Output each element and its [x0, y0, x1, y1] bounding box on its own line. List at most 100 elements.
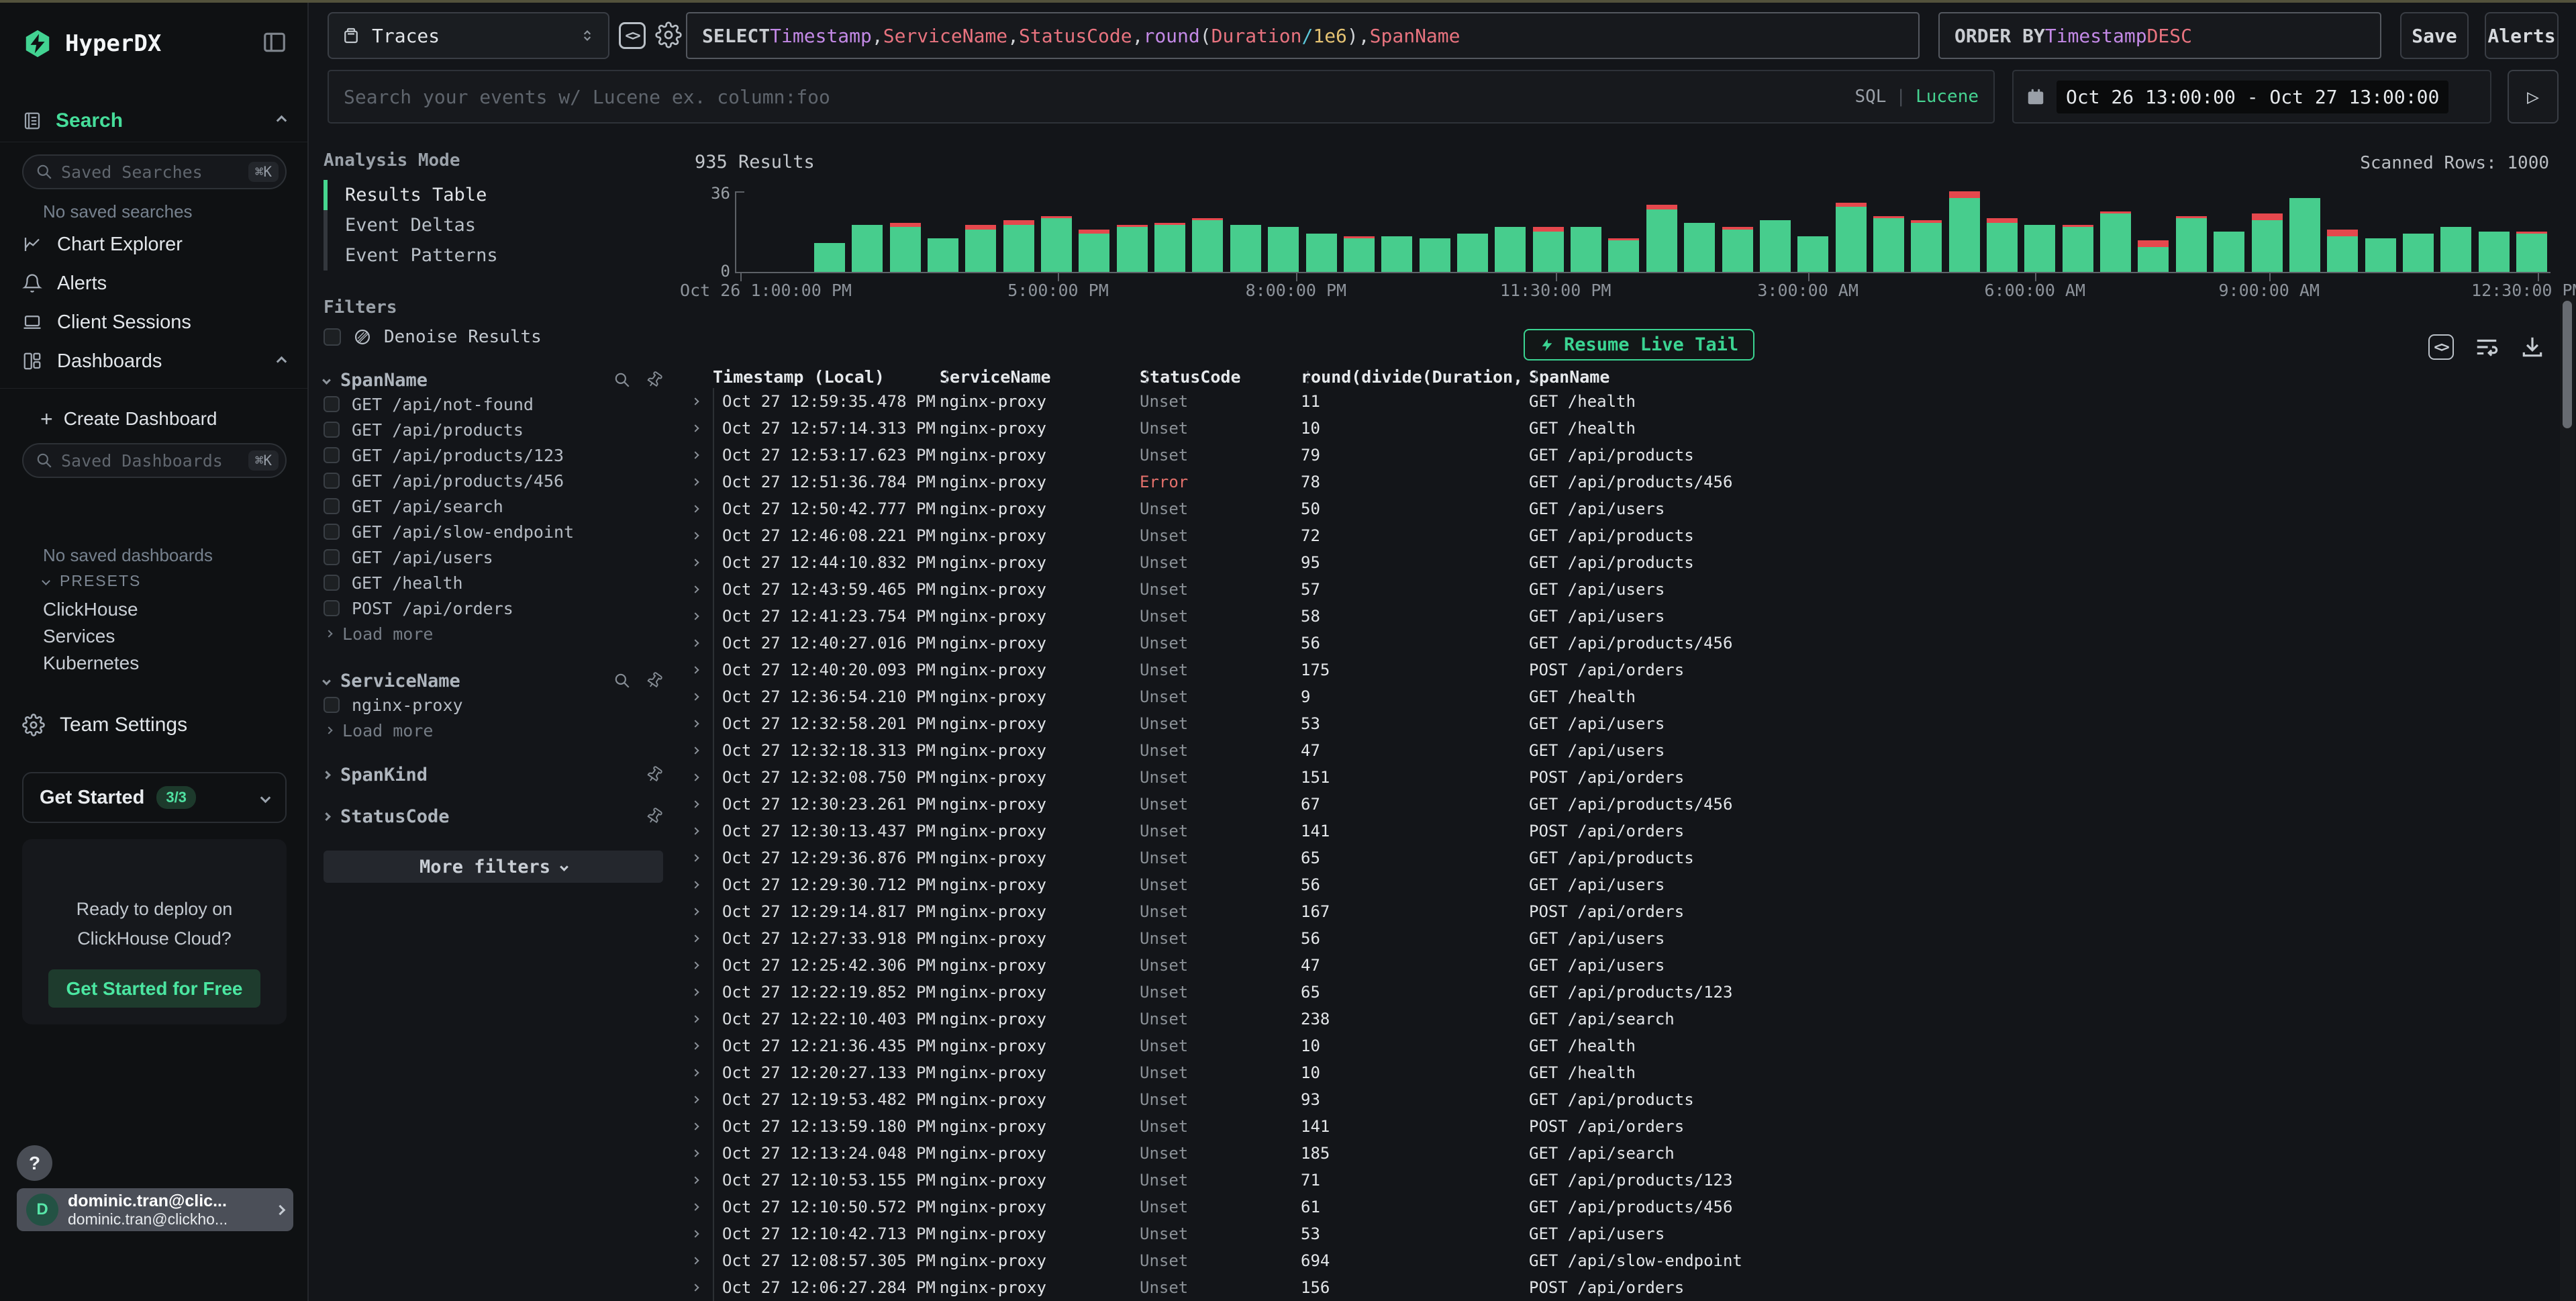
filter-checkbox[interactable] — [324, 396, 340, 412]
row-expander-icon[interactable] — [678, 1140, 713, 1167]
row-expander-icon[interactable] — [678, 710, 713, 737]
table-row[interactable]: Oct 27 12:57:14.313 PMnginx-proxyUnset10… — [678, 415, 2557, 442]
row-expander-icon[interactable] — [678, 818, 713, 845]
collapse-sidebar-icon[interactable] — [262, 30, 287, 55]
filter-checkbox[interactable] — [324, 473, 340, 489]
sidebar-item-alerts[interactable]: Alerts — [22, 267, 285, 299]
table-row[interactable]: Oct 27 12:21:36.435 PMnginx-proxyUnset10… — [678, 1032, 2557, 1059]
get-started-accordion[interactable]: Get Started 3/3 — [22, 772, 287, 823]
scrollbar-thumb[interactable] — [2563, 301, 2572, 428]
column-drag-handle[interactable]: ⋮⋮ — [1529, 366, 1541, 389]
row-expander-icon[interactable] — [678, 469, 713, 495]
code-brackets-icon[interactable]: <> — [619, 22, 646, 49]
filter-group-servicename-header[interactable]: ServiceName — [324, 669, 663, 692]
saved-dashboards-input[interactable]: ⌘K — [22, 443, 287, 478]
filter-item[interactable]: GET /api/products — [324, 417, 663, 442]
sidebar-item-dashboards[interactable]: Dashboards — [22, 345, 285, 377]
filter-item[interactable]: GET /api/users — [324, 544, 663, 570]
table-row[interactable]: Oct 27 12:41:23.754 PMnginx-proxyUnset58… — [678, 603, 2557, 630]
sidebar-item-team-settings[interactable]: Team Settings — [22, 709, 187, 741]
row-expander-icon[interactable] — [678, 1086, 713, 1113]
filter-checkbox[interactable] — [324, 575, 340, 591]
table-row[interactable]: Oct 27 12:22:10.403 PMnginx-proxyUnset23… — [678, 1006, 2557, 1032]
row-expander-icon[interactable] — [678, 1247, 713, 1274]
preset-services[interactable]: Services — [43, 626, 115, 647]
tab-results-table[interactable]: Results Table — [324, 180, 663, 210]
table-row[interactable]: Oct 27 12:22:19.852 PMnginx-proxyUnset65… — [678, 979, 2557, 1006]
pin-icon[interactable] — [642, 368, 666, 392]
table-row[interactable]: Oct 27 12:30:23.261 PMnginx-proxyUnset67… — [678, 791, 2557, 818]
filter-checkbox[interactable] — [324, 697, 340, 713]
row-expander-icon[interactable] — [678, 737, 713, 764]
row-expander-icon[interactable] — [678, 898, 713, 925]
get-started-free-button[interactable]: Get Started for Free — [48, 969, 260, 1008]
table-row[interactable]: Oct 27 12:36:54.210 PMnginx-proxyUnset9G… — [678, 683, 2557, 710]
table-row[interactable]: Oct 27 12:29:30.712 PMnginx-proxyUnset56… — [678, 871, 2557, 898]
tab-event-deltas[interactable]: Event Deltas — [324, 210, 663, 240]
filter-checkbox[interactable] — [324, 498, 340, 514]
user-menu[interactable]: D dominic.tran@clic... dominic.tran@clic… — [17, 1188, 293, 1231]
col-servicename[interactable]: ⋮⋮ServiceName — [940, 366, 1140, 389]
search-icon[interactable] — [613, 672, 631, 689]
filter-item[interactable]: nginx-proxy — [324, 692, 663, 718]
row-expander-icon[interactable] — [678, 683, 713, 710]
source-select[interactable]: Traces — [328, 12, 609, 59]
row-expander-icon[interactable] — [678, 1113, 713, 1140]
filter-group-statuscode-header[interactable]: StatusCode — [324, 805, 663, 828]
table-row[interactable]: Oct 27 12:59:35.478 PMnginx-proxyUnset11… — [678, 388, 2557, 415]
filter-checkbox[interactable] — [324, 600, 340, 616]
row-expander-icon[interactable] — [678, 442, 713, 469]
search-icon[interactable] — [613, 371, 631, 389]
table-row[interactable]: Oct 27 12:53:17.623 PMnginx-proxyUnset79… — [678, 442, 2557, 469]
table-row[interactable]: Oct 27 12:44:10.832 PMnginx-proxyUnset95… — [678, 549, 2557, 576]
saved-searches-input[interactable]: ⌘K — [22, 154, 287, 189]
table-row[interactable]: Oct 27 12:13:24.048 PMnginx-proxyUnset18… — [678, 1140, 2557, 1167]
table-row[interactable]: Oct 27 12:40:27.016 PMnginx-proxyUnset56… — [678, 630, 2557, 657]
row-expander-icon[interactable] — [678, 522, 713, 549]
filter-item[interactable]: GET /health — [324, 570, 663, 595]
row-expander-icon[interactable] — [678, 1032, 713, 1059]
filter-item[interactable]: GET /api/products/456 — [324, 468, 663, 493]
save-button[interactable]: Save — [2400, 12, 2469, 59]
pin-icon[interactable] — [642, 669, 666, 693]
sidebar-item-search[interactable]: Search — [0, 99, 307, 142]
filter-item[interactable]: GET /api/search — [324, 493, 663, 519]
table-row[interactable]: Oct 27 12:50:42.777 PMnginx-proxyUnset50… — [678, 495, 2557, 522]
denoise-checkbox[interactable] — [324, 328, 341, 346]
table-row[interactable]: Oct 27 12:25:42.306 PMnginx-proxyUnset47… — [678, 952, 2557, 979]
orderby-query-editor[interactable]: ORDER BY Timestamp DESC — [1938, 12, 2381, 59]
saved-dashboards-field[interactable] — [61, 451, 240, 471]
column-drag-handle[interactable]: ⋮⋮ — [940, 366, 952, 389]
load-more[interactable]: Load more — [324, 621, 663, 646]
table-row[interactable]: Oct 27 12:19:53.482 PMnginx-proxyUnset93… — [678, 1086, 2557, 1113]
filter-checkbox[interactable] — [324, 422, 340, 438]
column-drag-handle[interactable]: ⋮⋮ — [1140, 366, 1152, 389]
alerts-button[interactable]: Alerts — [2485, 12, 2559, 59]
row-expander-icon[interactable] — [678, 952, 713, 979]
row-expander-icon[interactable] — [678, 979, 713, 1006]
col-duration[interactable]: ⋮⋮round(divide(Duration, — [1301, 366, 1529, 389]
date-range-picker[interactable]: Oct 26 13:00:00 - Oct 27 13:00:00 — [2012, 70, 2491, 124]
table-row[interactable]: Oct 27 12:46:08.221 PMnginx-proxyUnset72… — [678, 522, 2557, 549]
row-expander-icon[interactable] — [678, 764, 713, 791]
table-row[interactable]: Oct 27 12:27:33.918 PMnginx-proxyUnset56… — [678, 925, 2557, 952]
sidebar-item-chart-explorer[interactable]: Chart Explorer — [22, 228, 285, 260]
search-input[interactable] — [344, 86, 1845, 108]
help-button[interactable]: ? — [17, 1145, 52, 1181]
filter-group-spanname-header[interactable]: SpanName — [324, 369, 663, 391]
filter-checkbox[interactable] — [324, 447, 340, 463]
expand-json-icon[interactable]: <> — [2428, 334, 2454, 360]
select-query-editor[interactable]: SELECT Timestamp,ServiceName,StatusCode,… — [686, 12, 1920, 59]
toggle-lucene[interactable]: Lucene — [1916, 87, 1979, 107]
row-expander-icon[interactable] — [678, 549, 713, 576]
load-more[interactable]: Load more — [324, 718, 663, 743]
preset-kubernetes[interactable]: Kubernetes — [43, 653, 139, 674]
wrap-lines-icon[interactable] — [2474, 334, 2499, 360]
gear-icon[interactable] — [655, 21, 682, 48]
row-expander-icon[interactable] — [678, 871, 713, 898]
lucene-search-bar[interactable]: SQL | Lucene — [328, 70, 1995, 124]
filter-item[interactable]: GET /api/products/123 — [324, 442, 663, 468]
table-row[interactable]: Oct 27 12:51:36.784 PMnginx-proxyError78… — [678, 469, 2557, 495]
create-dashboard-button[interactable]: + Create Dashboard — [40, 403, 217, 435]
table-row[interactable]: Oct 27 12:08:57.305 PMnginx-proxyUnset69… — [678, 1247, 2557, 1274]
